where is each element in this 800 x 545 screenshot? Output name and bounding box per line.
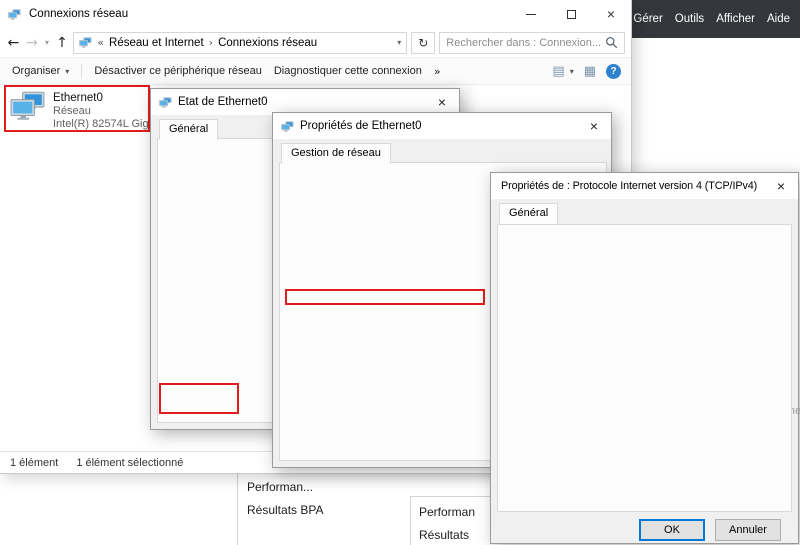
network-icon: [281, 120, 294, 133]
navigation-bar: ← → ▾ ↑ « Réseau et Internet › Connexion…: [0, 28, 631, 58]
tile-heading: Performan...: [247, 480, 399, 494]
toolbar-divider: [81, 64, 82, 79]
tab-general[interactable]: Général: [499, 203, 558, 224]
breadcrumb-overflow-icon[interactable]: «: [97, 36, 104, 49]
network-icon: [79, 36, 92, 49]
breadcrumb-item[interactable]: Réseau et Internet: [109, 37, 204, 49]
search-placeholder: Rechercher dans : Connexion...: [446, 37, 601, 49]
dialog-title: Propriétés de : Protocole Internet versi…: [501, 180, 764, 192]
menu-manage[interactable]: Gérer: [633, 13, 662, 25]
close-icon[interactable]: ×: [591, 0, 631, 28]
help-icon[interactable]: ?: [606, 64, 621, 79]
selected-count: 1 élément sélectionné: [76, 457, 183, 469]
disable-device-button[interactable]: Désactiver ce périphérique réseau: [94, 65, 262, 77]
network-adapter-icon: [10, 91, 46, 121]
cancel-button[interactable]: Annuler: [715, 519, 781, 541]
breadcrumb[interactable]: « Réseau et Internet › Connexions réseau…: [73, 32, 407, 54]
search-icon: [605, 36, 618, 49]
dialog-titlebar: Propriétés de Ethernet0 ×: [273, 113, 611, 139]
preview-pane-icon[interactable]: ▦: [584, 64, 596, 79]
chevron-down-icon: ▾: [65, 67, 69, 76]
menu-help[interactable]: Aide: [767, 13, 790, 25]
refresh-icon[interactable]: ↻: [411, 32, 435, 54]
network-icon: [159, 96, 172, 109]
chevron-down-icon[interactable]: ▾: [397, 38, 401, 47]
dialog-title: État de Ethernet0: [178, 96, 425, 108]
ethernet0-item[interactable]: Ethernet0 Réseau Intel(R) 82574L Gigab..…: [10, 91, 170, 131]
tile-heading: Résultats BPA: [247, 503, 399, 517]
menu-tools[interactable]: Outils: [675, 13, 704, 25]
screen: ⚑ Gérer Outils Afficher Aide Performan..…: [0, 0, 800, 545]
minimize-icon[interactable]: [511, 0, 551, 28]
breadcrumb-item[interactable]: Connexions réseau: [218, 37, 317, 49]
dialog-title: Propriétés de Ethernet0: [300, 120, 577, 132]
server-manager-titlebar: ⚑ Gérer Outils Afficher Aide: [632, 0, 800, 38]
close-icon[interactable]: ×: [764, 173, 798, 199]
item-count: 1 élément: [10, 457, 58, 469]
back-icon[interactable]: ←: [6, 35, 21, 51]
view-options-button[interactable]: ▤ ▾: [552, 64, 573, 79]
dialog-titlebar: Propriétés de : Protocole Internet versi…: [491, 173, 798, 199]
toolbar-overflow-icon[interactable]: »: [434, 65, 441, 78]
chevron-down-icon: ▾: [570, 67, 574, 76]
ipv4-properties-dialog: Propriétés de : Protocole Internet versi…: [490, 172, 799, 544]
tab-networking[interactable]: Gestion de réseau: [281, 143, 391, 164]
close-icon[interactable]: ×: [577, 113, 611, 139]
window-titlebar: Connexions réseau ×: [0, 0, 631, 28]
tab-panel: [497, 224, 792, 512]
up-icon[interactable]: ↑: [55, 35, 70, 51]
list-view-icon: ▤: [552, 64, 564, 79]
organize-button[interactable]: Organiser ▾: [12, 65, 69, 77]
ok-button[interactable]: OK: [639, 519, 705, 541]
maximize-icon[interactable]: [551, 0, 591, 28]
menu-view[interactable]: Afficher: [716, 13, 755, 25]
search-input[interactable]: Rechercher dans : Connexion...: [439, 32, 625, 54]
diagnose-connection-button[interactable]: Diagnostiquer cette connexion: [274, 65, 422, 77]
network-icon: [8, 8, 21, 21]
command-bar: Organiser ▾ Désactiver ce périphérique r…: [0, 58, 631, 85]
background-tile: Performan... Résultats BPA: [237, 474, 399, 545]
tab-general[interactable]: Général: [159, 119, 218, 140]
forward-icon[interactable]: →: [25, 35, 40, 51]
window-title: Connexions réseau: [29, 8, 128, 20]
chevron-right-icon: ›: [209, 36, 213, 49]
history-chevron-icon[interactable]: ▾: [43, 38, 50, 47]
